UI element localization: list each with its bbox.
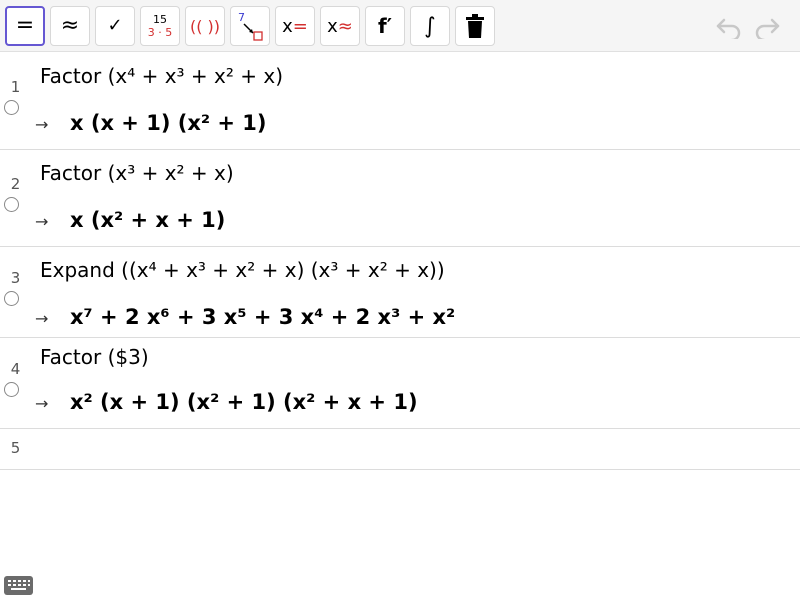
row-number: 2 <box>10 175 21 193</box>
row-input[interactable]: Factor (x⁴ + x³ + x² + x) <box>40 64 283 88</box>
row-gutter: 1 <box>0 53 31 149</box>
expand-button[interactable]: (( )) <box>185 6 225 46</box>
row-number: 4 <box>10 360 21 378</box>
derivative-icon: f′ <box>378 14 392 38</box>
solve-button[interactable]: x = <box>275 6 315 46</box>
cas-row-2: 2 Factor (x³ + x² + x) → x (x² + x + 1) <box>0 150 800 247</box>
keyboard-icon <box>8 580 30 590</box>
row-gutter: 4 <box>0 338 31 428</box>
solve-numerically-button[interactable]: x ≈ <box>320 6 360 46</box>
trash-icon <box>466 14 484 38</box>
redo-icon <box>755 18 780 39</box>
row-radio-button[interactable] <box>4 100 19 115</box>
row-input[interactable]: Factor ($3) <box>40 345 149 369</box>
evaluate-button[interactable]: = <box>5 6 45 46</box>
nsolve-x-label: x <box>327 15 338 37</box>
row-input[interactable]: Factor (x³ + x² + x) <box>40 161 234 185</box>
redo-button[interactable] <box>752 12 782 42</box>
row-gutter: 5 <box>0 429 31 469</box>
row-radio-button[interactable] <box>4 382 19 397</box>
factor-bottom-label: 3 · 5 <box>147 26 173 39</box>
substitute-icon: 7 <box>238 11 263 41</box>
undo-icon <box>716 18 741 39</box>
output-expression: x² (x + 1) (x² + 1) (x² + x + 1) <box>70 390 418 414</box>
cas-row-3: 3 Expand ((x⁴ + x³ + x² + x) (x³ + x² + … <box>0 247 800 338</box>
row-output: → x⁷ + 2 x⁶ + 3 x⁵ + 3 x⁴ + 2 x³ + x² <box>35 305 455 329</box>
output-arrow-icon: → <box>35 309 49 328</box>
factor-top-label: 15 <box>153 13 167 26</box>
row-radio-button[interactable] <box>4 197 19 212</box>
keep-input-button[interactable]: ✓ <box>95 6 135 46</box>
keyboard-toggle-button[interactable] <box>4 576 33 595</box>
cas-toolbar: = ≈ ✓ 15 3 · 5 (( )) 7 x = x ≈ f′ ∫ <box>0 0 800 52</box>
row-output: → x² (x + 1) (x² + 1) (x² + x + 1) <box>35 390 418 414</box>
cas-row-1: 1 Factor (x⁴ + x³ + x² + x) → x (x + 1) … <box>0 53 800 150</box>
substitute-button[interactable]: 7 <box>230 6 270 46</box>
row-number: 3 <box>10 269 21 287</box>
output-arrow-icon: → <box>35 115 49 134</box>
row-number: 1 <box>10 78 21 96</box>
row-radio-button[interactable] <box>4 291 19 306</box>
row-gutter: 2 <box>0 150 31 246</box>
row-number: 5 <box>10 439 21 457</box>
undo-button[interactable] <box>714 12 744 42</box>
numeric-button[interactable]: ≈ <box>50 6 90 46</box>
nsolve-approx-icon: ≈ <box>337 15 353 37</box>
integral-icon: ∫ <box>424 13 436 39</box>
delete-button[interactable] <box>455 6 495 46</box>
cas-row-5: 5 <box>0 429 800 470</box>
output-expression: x (x + 1) (x² + 1) <box>70 111 267 135</box>
factor-number-button[interactable]: 15 3 · 5 <box>140 6 180 46</box>
output-arrow-icon: → <box>35 394 49 413</box>
row-gutter: 3 <box>0 247 31 337</box>
equals-icon: = <box>15 13 35 38</box>
output-expression: x (x² + x + 1) <box>70 208 226 232</box>
parentheses-icon: (( )) <box>189 16 221 36</box>
svg-text:7: 7 <box>238 11 245 24</box>
row-output: → x (x + 1) (x² + 1) <box>35 111 267 135</box>
solve-x-label: x <box>282 15 293 37</box>
output-arrow-icon: → <box>35 212 49 231</box>
integral-button[interactable]: ∫ <box>410 6 450 46</box>
empty-row-input[interactable] <box>40 437 780 461</box>
output-expression: x⁷ + 2 x⁶ + 3 x⁵ + 3 x⁴ + 2 x³ + x² <box>70 305 456 329</box>
solve-equals-icon: = <box>292 15 308 37</box>
cas-row-4: 4 Factor ($3) → x² (x + 1) (x² + 1) (x² … <box>0 338 800 429</box>
checkmark-icon: ✓ <box>107 15 123 36</box>
approx-icon: ≈ <box>60 13 80 38</box>
row-input[interactable]: Expand ((x⁴ + x³ + x² + x) (x³ + x² + x)… <box>40 258 445 282</box>
derivative-button[interactable]: f′ <box>365 6 405 46</box>
row-output: → x (x² + x + 1) <box>35 208 225 232</box>
